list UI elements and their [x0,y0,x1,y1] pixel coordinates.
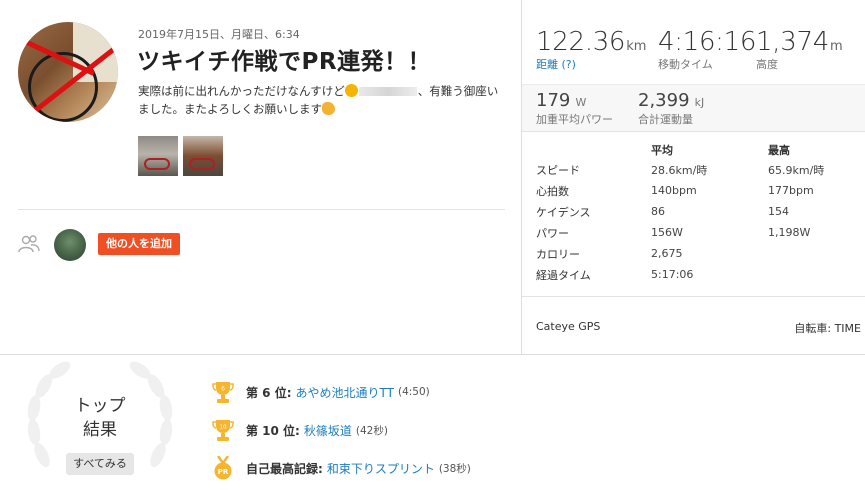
description-text: 実際は前に出れんかっただけなんすけど [138,84,345,98]
primary-stats: 122.36km 距離 (?) 4:16:16 移動タイム 1,374m 高度 [522,0,865,84]
distance-stat: 122.36km 距離 (?) [536,27,646,72]
top-results-title: トップ 結果 [60,394,140,442]
table-row: 心拍数 140bpm 177bpm [536,180,858,201]
table-row: ケイデンス 86 154 [536,201,858,222]
elevation-stat: 1,374m 高度 [756,27,843,72]
photo-thumbnail[interactable] [138,136,178,176]
weighted-power-stat: 179 W 加重平均パワー [536,90,613,127]
table-row: 経過タイム 5:17:06 [536,264,858,285]
section-divider [0,354,865,355]
see-all-button[interactable]: すべてみる [66,453,134,475]
segment-time: (42秒) [355,424,388,437]
total-work-stat: 2,399 kJ 合計運動量 [638,90,704,127]
help-link[interactable]: (?) [562,58,576,71]
group-member-avatar[interactable] [54,229,86,261]
add-others-button[interactable]: 他の人を追加 [98,233,180,255]
people-icon[interactable] [18,234,40,254]
bike-in-photo [189,158,215,170]
distance-label[interactable]: 距離 (?) [536,56,646,72]
weighted-power-value: 179 [536,90,571,111]
bike-name[interactable]: 自転車: TIME [794,320,861,336]
section-divider [18,209,505,210]
trophy-icon: 10 [212,420,234,441]
pr-badge-text: PR [218,468,229,476]
row-label: ケイデンス [536,205,591,219]
redacted-text [358,87,417,96]
elevation-value: 1,374 [756,27,829,57]
stats-panel: 122.36km 距離 (?) 4:16:16 移動タイム 1,374m 高度 … [521,0,865,354]
row-avg: 2,675 [651,247,683,260]
moving-time-label: 移動タイム [658,58,713,71]
activity-description: 実際は前に出れんかっただけなんすけど 、有難う御座いました。またよろしくお願いしま… [138,82,508,118]
total-work-label: 合計運動量 [638,113,693,126]
device-name: Cateye GPS [536,320,601,333]
row-max [768,243,858,264]
table-header-avg: 平均 [651,144,673,157]
distance-label-text: 距離 [536,58,558,71]
row-avg: 86 [651,205,665,218]
trophy-badge-number: 10 [220,425,227,431]
more-stats-table: 平均 最高 スピード 28.6km/時 65.9km/時 心拍数 140bpm … [536,141,858,285]
weighted-power-unit: W [575,96,587,109]
distance-value: 122.36 [536,27,626,57]
achievement-rank: 第 10 位: [246,423,300,438]
table-row: パワー 156W 1,198W [536,222,858,243]
elevation-label: 高度 [756,58,778,71]
row-avg: 28.6km/時 [651,163,708,177]
row-label: 経過タイム [536,268,591,282]
segment-link[interactable]: 秋篠坂道 [304,422,352,439]
achievement-rank: 第 6 位: [246,385,292,400]
row-max: 177bpm [768,184,814,197]
athlete-avatar[interactable] [18,22,118,122]
top-results-line1: トップ [74,396,126,416]
row-max: 1,198W [768,226,811,239]
table-row: スピード 28.6km/時 65.9km/時 [536,159,858,180]
distance-unit: km [626,39,647,54]
table-header [536,141,651,159]
row-label: 心拍数 [536,184,569,198]
trophy-icon: 6 [212,382,234,403]
segment-link[interactable]: 和束下りスプリント [327,460,435,477]
row-max: 65.9km/時 [768,163,825,177]
segment-time: (38秒) [438,462,471,475]
row-label: カロリー [536,247,580,261]
row-label: スピード [536,163,580,177]
achievement-item: PR 自己最高記録: 和束下りスプリント (38秒) [212,456,471,480]
top-results-line2: 結果 [83,420,117,440]
bike-in-photo [144,158,170,170]
table-row: カロリー 2,675 [536,243,858,264]
row-avg: 156W [651,226,683,239]
moving-time-value: 4:16:16 [658,27,757,57]
activity-date: 2019年7月15日、月曜日、6:34 [138,28,300,41]
achievement-rank: 自己最高記録: [246,461,323,476]
moving-time-stat: 4:16:16 移動タイム [658,27,756,72]
panel-divider [522,296,865,297]
weighted-power-label: 加重平均パワー [536,113,613,126]
photo-thumbnail[interactable] [183,136,223,176]
elevation-unit: m [829,39,843,54]
achievement-item: 10 第 10 位: 秋篠坂道 (42秒) [212,418,388,442]
table-header-max: 最高 [768,144,790,157]
total-work-unit: kJ [694,96,705,109]
flexed-biceps-emoji-icon [322,102,335,115]
row-max: 154 [768,205,789,218]
secondary-stats: 179 W 加重平均パワー 2,399 kJ 合計運動量 [522,84,865,132]
total-work-value: 2,399 [638,90,690,111]
achievement-item: 6 第 6 位: あやめ池北通りTT (4:50) [212,380,430,404]
row-label: パワー [536,226,569,240]
activity-title: ツキイチ作戦でPR連発！！ [137,49,432,75]
row-max [768,264,858,285]
segment-time: (4:50) [397,386,430,398]
grin-emoji-icon [344,84,358,97]
table-header-row: 平均 最高 [536,141,858,159]
row-avg: 140bpm [651,184,697,197]
segment-link[interactable]: あやめ池北通りTT [296,384,394,401]
row-avg: 5:17:06 [651,268,694,281]
pr-medal-icon: PR [214,456,232,480]
trophy-badge-number: 6 [221,386,225,393]
